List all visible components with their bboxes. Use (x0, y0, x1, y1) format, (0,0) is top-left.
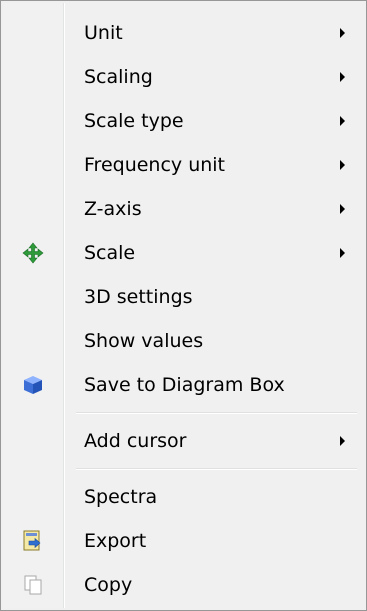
menu-item-label: Scale (84, 242, 136, 264)
menu-item-label: Copy (84, 574, 133, 596)
menu-item-label: Add cursor (84, 430, 187, 452)
submenu-arrow-icon (340, 72, 345, 82)
menu-item-label: Z-axis (84, 198, 142, 220)
menu-item-frequency-unit[interactable]: Frequency unit (4, 143, 363, 187)
menu-item-3d-settings[interactable]: 3D settings (4, 275, 363, 319)
menu-item-add-cursor[interactable]: Add cursor (4, 419, 363, 463)
menu-item-label: 3D settings (84, 286, 193, 308)
menu-item-copy[interactable]: Copy (4, 563, 363, 607)
export-icon (23, 530, 41, 551)
menu-item-export[interactable]: Export (4, 519, 363, 563)
menu-item-save-to-diagram-box[interactable]: Save to Diagram Box (4, 363, 363, 407)
scale-arrows-icon (22, 242, 44, 264)
menu-item-label: Scaling (84, 66, 153, 88)
menu-item-scale-type[interactable]: Scale type (4, 99, 363, 143)
menu-item-unit[interactable]: Unit (4, 11, 363, 55)
copy-icon (24, 575, 42, 595)
menu-item-label: Scale type (84, 110, 184, 132)
menu-item-label: Save to Diagram Box (84, 374, 285, 396)
context-menu: Unit Scaling Scale type Frequency unit Z… (0, 0, 367, 611)
menu-items: Unit Scaling Scale type Frequency unit Z… (1, 11, 366, 607)
submenu-arrow-icon (340, 204, 345, 214)
menu-separator (4, 463, 363, 475)
menu-item-spectra[interactable]: Spectra (4, 475, 363, 519)
submenu-arrow-icon (340, 116, 345, 126)
cube-icon (24, 376, 42, 394)
menu-item-label: Spectra (84, 486, 158, 508)
menu-item-label: Show values (84, 330, 204, 352)
submenu-arrow-icon (340, 28, 345, 38)
menu-item-label: Export (84, 530, 147, 552)
submenu-arrow-icon (340, 436, 345, 446)
submenu-arrow-icon (340, 248, 345, 258)
menu-item-label: Frequency unit (84, 154, 226, 176)
menu-item-scaling[interactable]: Scaling (4, 55, 363, 99)
menu-item-scale[interactable]: Scale (4, 231, 363, 275)
menu-item-show-values[interactable]: Show values (4, 319, 363, 363)
menu-item-label: Unit (84, 22, 123, 44)
menu-separator (4, 407, 363, 419)
submenu-arrow-icon (340, 160, 345, 170)
menu-item-z-axis[interactable]: Z-axis (4, 187, 363, 231)
